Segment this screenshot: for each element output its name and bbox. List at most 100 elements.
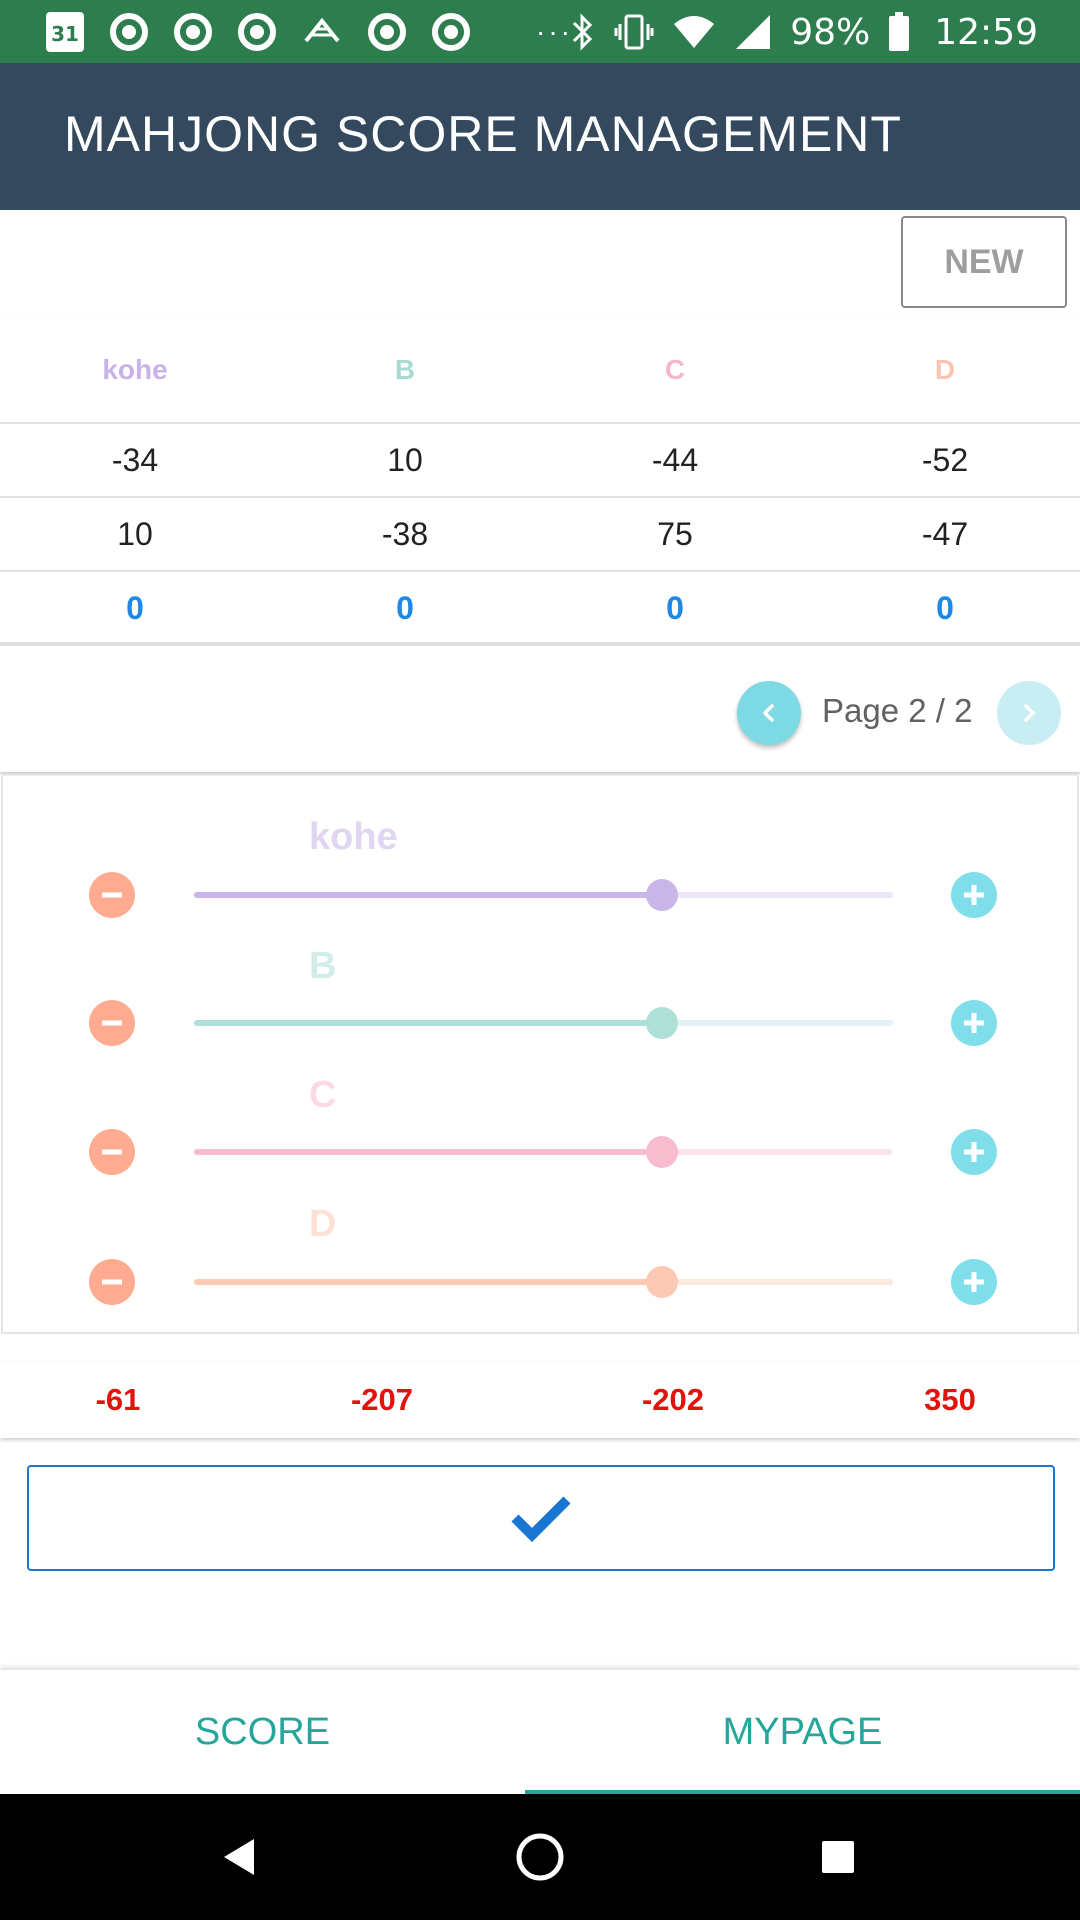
system-nav-bar xyxy=(0,1794,1080,1920)
player-header: C xyxy=(664,354,686,385)
table-cell: -34 xyxy=(111,442,159,478)
vibrate-icon xyxy=(614,14,654,50)
page-indicator: Page 2 / 2 xyxy=(822,692,973,729)
minus-icon xyxy=(102,1149,122,1155)
page-title: MAHJONG SCORE MANAGEMENT xyxy=(64,106,902,162)
player-slider-row: D xyxy=(3,1199,1080,1305)
player-slider-row: B xyxy=(3,941,1080,1046)
decrease-button[interactable] xyxy=(89,1259,135,1305)
pagination: Page 2 / 2 xyxy=(0,646,1080,772)
tab-mypage[interactable]: MYPAGE xyxy=(525,1670,1080,1794)
score-slider[interactable] xyxy=(194,1266,893,1298)
slider-fill xyxy=(194,1149,662,1155)
increase-button[interactable] xyxy=(951,1259,997,1305)
clock: 12:59 xyxy=(934,11,1038,53)
increase-button[interactable] xyxy=(951,872,997,918)
slider-player-name: B xyxy=(309,945,337,987)
more-notifications-icon: ··· xyxy=(536,16,573,47)
app-bar: MAHJONG SCORE MANAGEMENT xyxy=(0,63,1080,210)
slider-player-name: D xyxy=(309,1203,337,1245)
player-slider-row: kohe xyxy=(3,812,1080,918)
slider-player-name: C xyxy=(309,1074,337,1116)
table-cell: -47 xyxy=(921,516,969,552)
minus-icon xyxy=(102,1279,122,1285)
chevron-right-icon xyxy=(1024,704,1035,722)
home-button[interactable] xyxy=(508,1825,572,1889)
confirm-button[interactable] xyxy=(27,1465,1055,1571)
player-header: B xyxy=(394,354,416,385)
increase-button[interactable] xyxy=(951,1000,997,1046)
new-game-button[interactable]: NEW xyxy=(901,216,1067,308)
back-button[interactable] xyxy=(208,1825,272,1889)
battery-percent: 98% xyxy=(790,11,871,53)
slider-thumb[interactable] xyxy=(646,1136,678,1168)
slider-thumb[interactable] xyxy=(646,879,678,911)
score-slider[interactable] xyxy=(194,879,893,911)
slider-fill xyxy=(194,892,662,898)
table-cell: -52 xyxy=(921,442,969,478)
chrome-icon xyxy=(238,13,276,51)
table-cell: 0 xyxy=(396,590,414,626)
system-icons: 98% 12:59 xyxy=(570,10,1038,54)
score-slider[interactable] xyxy=(194,1136,893,1168)
decrease-button[interactable] xyxy=(89,872,135,918)
table-cell: -38 xyxy=(381,516,429,552)
recents-button[interactable] xyxy=(806,1825,870,1889)
slider-fill xyxy=(194,1279,662,1285)
notification-icons: 31 ··· xyxy=(46,12,573,52)
recents-icon xyxy=(822,1841,854,1873)
chrome-icon xyxy=(432,13,470,51)
decrease-button[interactable] xyxy=(89,1129,135,1175)
total-value: 350 xyxy=(924,1382,976,1417)
checkmark-icon xyxy=(511,1496,571,1543)
table-cell: 75 xyxy=(657,516,693,552)
bottom-tab-bar: SCORE MYPAGE xyxy=(0,1670,1080,1794)
calendar-icon: 31 xyxy=(46,12,84,52)
minus-icon xyxy=(102,892,122,898)
slider-thumb[interactable] xyxy=(646,1266,678,1298)
minus-icon xyxy=(102,1020,122,1026)
table-row[interactable]: 10 -38 75 -47 xyxy=(0,498,1080,572)
score-input-panel: kohe B C D xyxy=(1,776,1079,1334)
table-row-current[interactable]: 0 0 0 0 xyxy=(0,572,1080,646)
chrome-icon xyxy=(174,13,212,51)
chrome-icon xyxy=(368,13,406,51)
player-slider-row: C xyxy=(3,1070,1080,1175)
battery-icon xyxy=(889,12,910,51)
table-cell: 0 xyxy=(936,590,954,626)
table-row[interactable]: -34 10 -44 -52 xyxy=(0,424,1080,498)
table-cell: 0 xyxy=(666,590,684,626)
score-slider[interactable] xyxy=(194,1007,893,1039)
slider-fill xyxy=(194,1020,662,1026)
tab-score[interactable]: SCORE xyxy=(0,1670,525,1794)
total-value: -202 xyxy=(641,1382,705,1417)
calendar-day: 31 xyxy=(51,22,79,46)
status-bar: 31 ··· 98% 12:59 xyxy=(0,0,1080,63)
next-page-button[interactable] xyxy=(997,681,1061,745)
player-header: kohe xyxy=(102,354,168,385)
plus-icon xyxy=(964,1142,984,1162)
total-value: -61 xyxy=(95,1382,141,1417)
table-cell: 10 xyxy=(117,516,153,552)
slider-thumb[interactable] xyxy=(646,1007,678,1039)
previous-page-button[interactable] xyxy=(737,681,801,745)
totals-row: -61 -207 -202 350 xyxy=(0,1362,1080,1438)
chevron-left-icon xyxy=(763,704,774,722)
player-header: D xyxy=(934,354,956,385)
bluetooth-icon xyxy=(573,13,593,51)
table-cell: 10 xyxy=(387,442,423,478)
back-icon xyxy=(224,1839,254,1875)
table-cell: -44 xyxy=(651,442,699,478)
app-notification-icon xyxy=(302,15,342,49)
score-table: kohe B C D -34 10 -44 -52 10 -38 75 -47 … xyxy=(0,316,1080,646)
increase-button[interactable] xyxy=(951,1129,997,1175)
home-icon xyxy=(516,1833,564,1881)
table-header: kohe B C D xyxy=(0,316,1080,424)
slider-player-name: kohe xyxy=(309,816,398,858)
wifi-icon xyxy=(674,16,715,48)
plus-icon xyxy=(964,1013,984,1033)
signal-icon xyxy=(736,15,771,49)
decrease-button[interactable] xyxy=(89,1000,135,1046)
plus-icon xyxy=(964,1272,984,1292)
table-cell: 0 xyxy=(126,590,144,626)
